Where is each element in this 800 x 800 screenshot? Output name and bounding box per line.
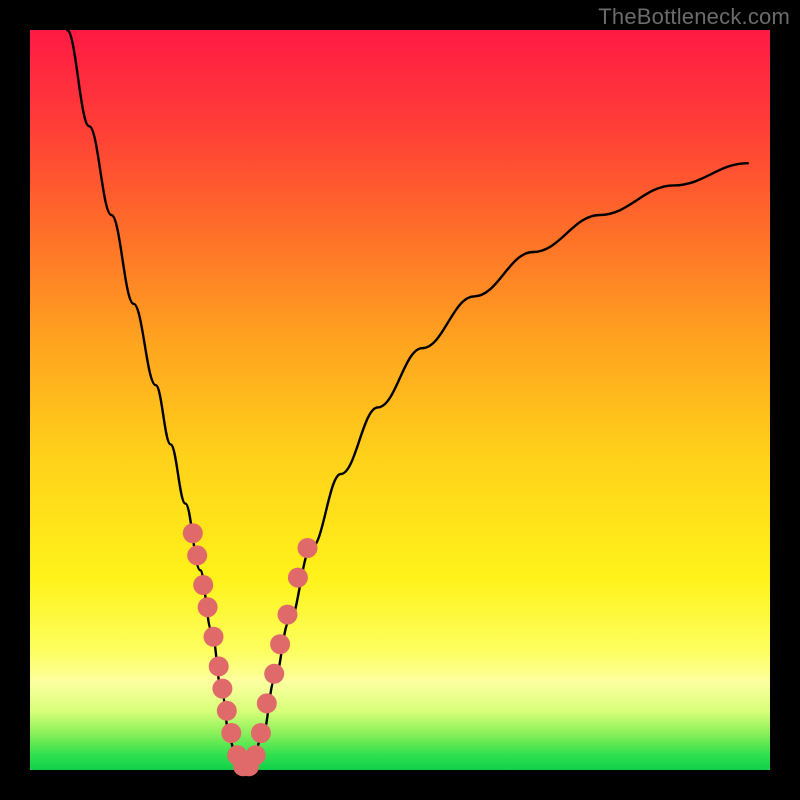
data-point	[270, 634, 290, 654]
data-point	[198, 597, 218, 617]
data-point	[193, 575, 213, 595]
data-point	[264, 664, 284, 684]
data-point	[221, 723, 241, 743]
chart-frame: TheBottleneck.com	[0, 0, 800, 800]
chart-svg	[30, 30, 770, 770]
watermark-text: TheBottleneck.com	[598, 4, 790, 30]
data-point	[204, 627, 224, 647]
data-point	[278, 605, 298, 625]
data-point	[187, 545, 207, 565]
data-point	[212, 679, 232, 699]
plot-area	[30, 30, 770, 770]
data-point	[288, 568, 308, 588]
data-point	[209, 656, 229, 676]
data-point	[257, 693, 277, 713]
bottleneck-curve	[67, 30, 748, 770]
data-point	[298, 538, 318, 558]
data-point	[251, 723, 271, 743]
data-point	[246, 745, 266, 765]
data-markers	[183, 523, 318, 776]
data-point	[183, 523, 203, 543]
data-point	[217, 701, 237, 721]
